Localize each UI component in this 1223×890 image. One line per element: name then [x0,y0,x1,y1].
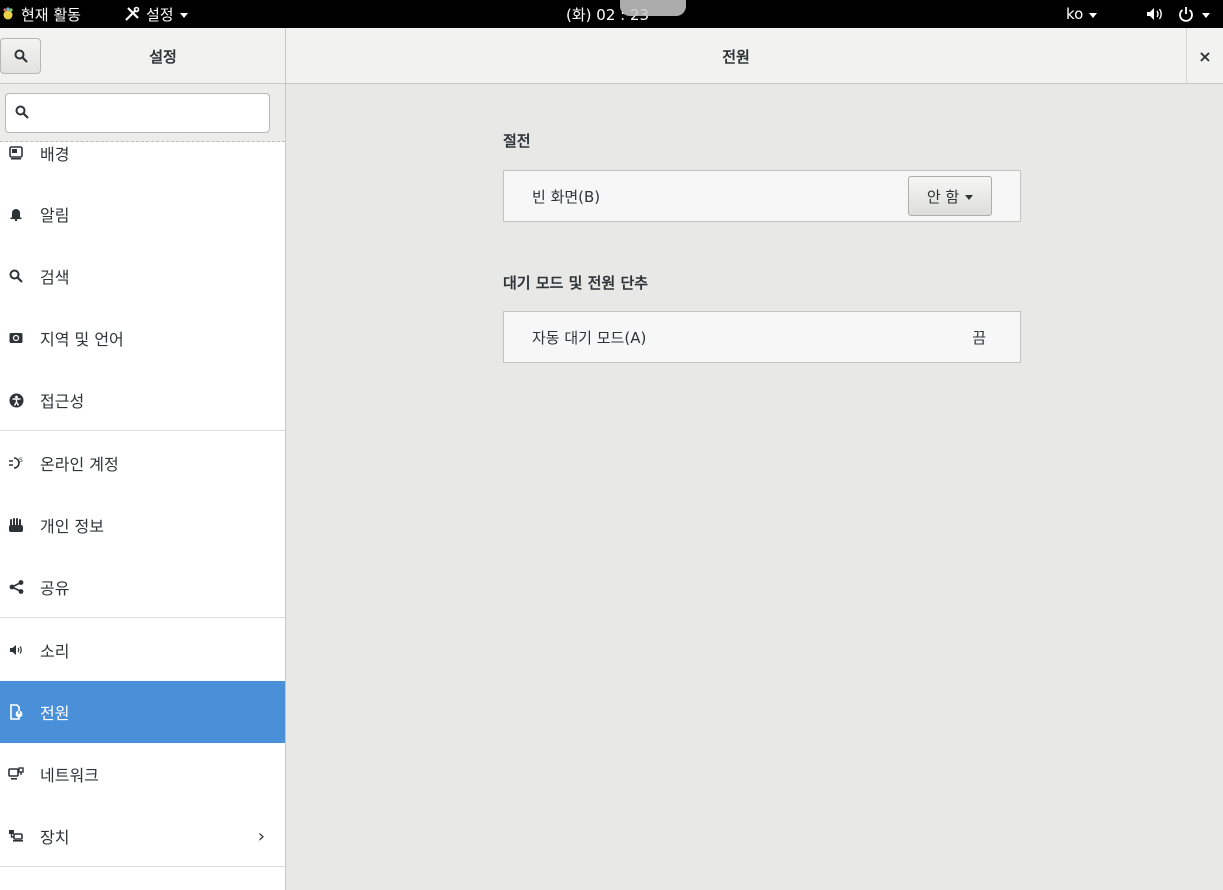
accessibility-icon [8,392,24,408]
background-icon [8,145,24,161]
sidebar-item-sharing[interactable]: 공유 [0,556,285,618]
blank-screen-label: 빈 화면(B) [532,187,601,206]
chevron-down-icon [1089,12,1098,18]
sidebar-item-region[interactable]: 지역 및 언어 [0,307,285,369]
sidebar-divider [0,617,285,618]
chevron-down-icon [965,194,974,200]
sidebar-divider [0,430,285,431]
sidebar-title: 설정 [149,47,177,66]
sidebar-item-network[interactable]: 네트워크 [0,743,285,805]
activities-label: 현재 활동 [21,5,81,24]
search-input[interactable] [5,93,270,133]
svg-text:S: S [19,457,23,464]
sidebar-item-privacy[interactable]: 개인 정보 [0,494,285,556]
blank-screen-dropdown[interactable]: 안 함 [908,176,992,216]
sidebar-item-label: 공유 [40,579,70,598]
sidebar-item-devices[interactable]: 장치 › [0,805,285,867]
sidebar-item-label: 장치 [40,828,70,847]
power-saving-title: 절전 [503,132,531,150]
sidebar-item-label: 개인 정보 [40,517,104,536]
sidebar-item-label: 배경 [40,145,70,164]
sidebar-item-power[interactable]: 전원 [0,681,285,743]
sidebar-item-label: 온라인 계정 [40,455,119,474]
online-accounts-icon: S [8,455,24,471]
search-icon [14,49,28,63]
auto-suspend-value: 끔 [972,328,986,347]
gnome-foot-icon [1,7,15,21]
hand-icon [8,517,24,533]
sidebar-divider [0,866,285,867]
app-menu-label: 설정 [146,5,174,24]
volume-indicator[interactable] [1146,0,1164,28]
suspend-title: 대기 모드 및 전원 단추 [503,274,649,292]
power-settings-icon [8,704,24,720]
sidebar-item-label: 전원 [40,704,70,723]
region-icon [8,330,24,346]
power-icon [1178,6,1194,22]
speaker-icon [8,642,24,658]
search-icon [8,268,24,284]
settings-tools-icon [124,6,140,22]
devices-icon [8,828,24,844]
close-button[interactable]: × [1186,28,1223,84]
blank-screen-value: 안 함 [926,187,960,206]
language-selector[interactable]: ko [1066,0,1098,28]
top-bar: 현재 활동 설정 (화) 02 : 23 ko [0,0,1223,28]
sidebar-item-label: 알림 [40,206,70,225]
auto-suspend-row[interactable]: 자동 대기 모드(A) 끔 [503,311,1021,363]
chevron-down-icon [179,12,188,18]
sidebar: 배경 알림 검색 지역 및 언어 접근성 S 온라인 계정 개인 정보 공유 소… [0,84,286,890]
sidebar-item-online-accounts[interactable]: S 온라인 계정 [0,432,285,494]
volume-icon [1146,7,1164,21]
bell-icon [8,206,24,222]
activities-button[interactable]: 현재 활동 [0,0,81,28]
blank-screen-row: 빈 화면(B) 안 함 [503,170,1021,222]
sidebar-item-label: 접근성 [40,392,85,411]
chevron-down-icon [1202,12,1210,18]
sidebar-item-label: 지역 및 언어 [40,330,124,349]
app-menu[interactable]: 설정 [124,0,188,28]
network-icon [8,766,24,782]
auto-suspend-label: 자동 대기 모드(A) [532,328,647,347]
search-icon [15,104,29,123]
search-bar [0,84,285,142]
sidebar-item-accessibility[interactable]: 접근성 [0,369,285,431]
sidebar-item-notifications[interactable]: 알림 [0,183,285,245]
system-menu[interactable] [1178,0,1210,28]
search-toggle-button[interactable] [0,38,41,74]
header-bar: 설정 전원 × [0,28,1223,84]
sidebar-item-search[interactable]: 검색 [0,245,285,307]
page-title: 전원 [722,47,750,66]
chevron-right-icon: › [257,825,265,847]
notification-tab [620,0,686,16]
sidebar-item-label: 소리 [40,642,70,661]
sidebar-item-label: 네트워크 [40,766,99,785]
share-icon [8,579,24,595]
close-icon: × [1198,46,1212,66]
sidebar-item-sound[interactable]: 소리 [0,619,285,681]
language-label: ko [1066,5,1084,23]
sidebar-item-label: 검색 [40,268,70,287]
